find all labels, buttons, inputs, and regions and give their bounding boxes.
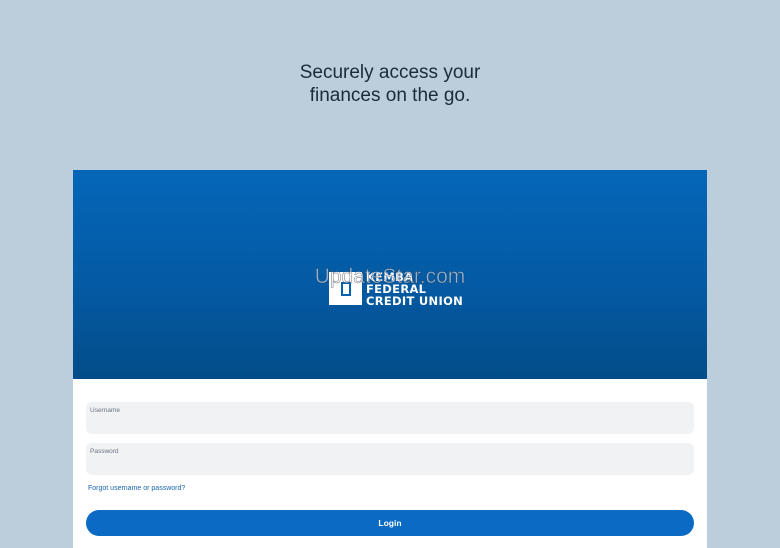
watermark-text: UpdateStar.com bbox=[314, 265, 466, 289]
username-input[interactable] bbox=[90, 416, 686, 430]
login-card: KEMBA FEDERAL CREDIT UNION UpdateStar.co… bbox=[73, 170, 707, 548]
tagline-line-2: finances on the go. bbox=[309, 85, 471, 106]
password-label: Password bbox=[90, 448, 119, 455]
forgot-credentials-link[interactable]: Forgot username or password? bbox=[88, 485, 185, 492]
brand-hero-banner: KEMBA FEDERAL CREDIT UNION UpdateStar.co… bbox=[73, 170, 707, 379]
password-field[interactable]: Password bbox=[86, 443, 694, 475]
login-button[interactable]: Login bbox=[86, 510, 694, 536]
logo-line-3: CREDIT UNION bbox=[366, 294, 464, 308]
app-screen: Securely access your finances on the go.… bbox=[0, 0, 780, 548]
password-input[interactable] bbox=[90, 457, 686, 471]
username-field[interactable]: Username bbox=[86, 402, 694, 434]
username-label: Username bbox=[90, 407, 120, 414]
tagline-line-1: Securely access your bbox=[299, 62, 481, 83]
tagline: Securely access your finances on the go. bbox=[0, 61, 780, 107]
